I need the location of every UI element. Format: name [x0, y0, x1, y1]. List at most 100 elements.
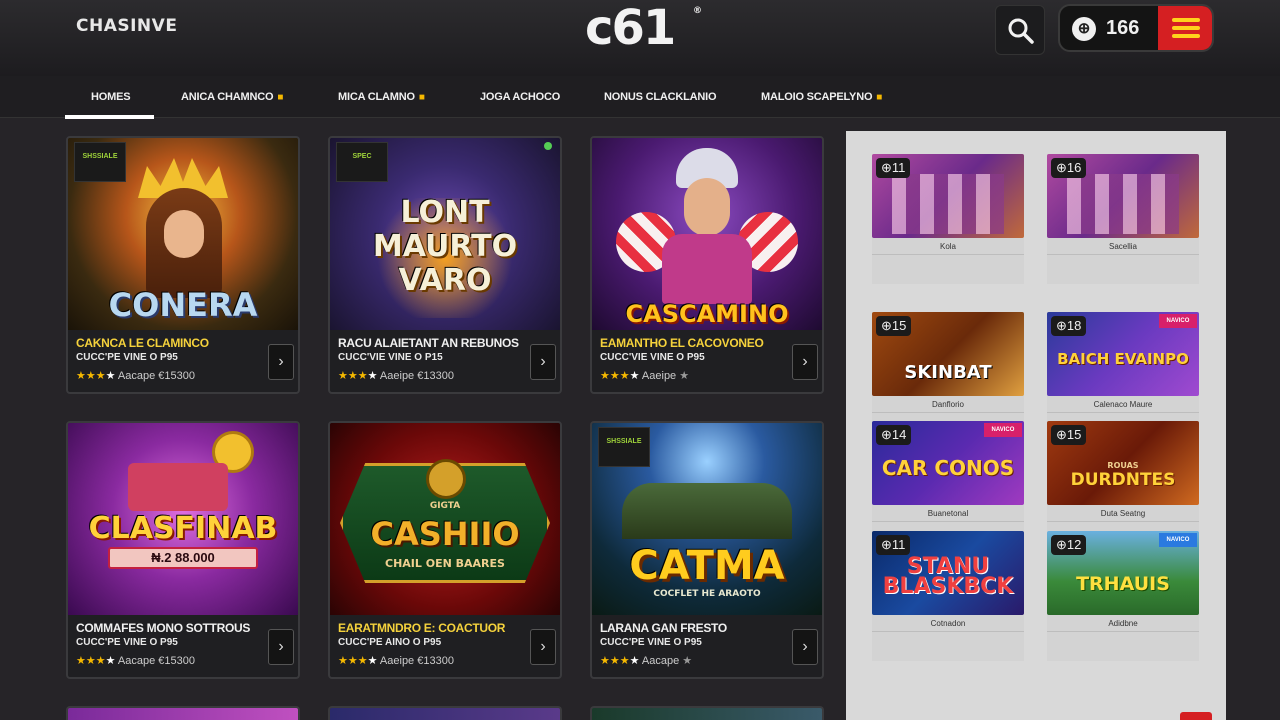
brand-name[interactable]: CHASINVE — [76, 16, 177, 36]
crest-icon — [426, 459, 466, 499]
nav-tab-label: MICA CLAMNO — [338, 91, 415, 103]
featured-game-art-title: STANU BLASKBCK — [882, 554, 1014, 599]
tile-caption: Buanetonal — [927, 509, 969, 518]
players-icon: ⊕ — [881, 427, 892, 442]
nav-tab-homes[interactable]: HOMES — [64, 76, 155, 119]
game-card[interactable]: CASCAMINO EAMANTHO EL CACOVONEO CUCC'VIE… — [590, 136, 824, 394]
creatures-group — [622, 483, 792, 539]
divider — [872, 254, 1024, 255]
nav-tab-mica-clamno[interactable]: MICA CLAMNO ■ — [338, 76, 425, 118]
chevron-right-icon[interactable]: › — [268, 344, 294, 380]
featured-game-tile[interactable]: TRHAUIS ⊕12 NAVICO Adidbne — [1047, 531, 1199, 661]
rating-star-empty: ★ — [105, 655, 116, 667]
game-card-partial[interactable] — [590, 706, 824, 720]
game-card[interactable]: CLASFINAB ₦.2 88.000 COMMAFES MONO SOTTR… — [66, 421, 300, 679]
category-nav: HOMES ANICA CHAMNCO ■ MICA CLAMNO ■ JOGA A… — [0, 76, 1280, 119]
player-count: ⊕12 — [1051, 535, 1087, 555]
game-meta: ★★★★ Aacape €15300 — [76, 369, 195, 382]
divider — [1047, 254, 1199, 255]
game-meta: ★★★★ Aacape €15300 — [76, 654, 195, 667]
menu-button[interactable] — [1158, 6, 1212, 50]
game-title: LARANA GAN FRESTO — [600, 621, 727, 635]
balance-widget[interactable]: ⊕ 166 — [1058, 4, 1214, 52]
hot-badge-icon: ■ — [277, 92, 284, 103]
game-art-jackpot: ₦.2 88.000 — [108, 547, 258, 569]
player-count: ⊕11 — [876, 158, 911, 178]
tile-caption: Duta Seatng — [1100, 509, 1146, 518]
scroll-to-top-button[interactable] — [1180, 712, 1212, 720]
game-art: CLASFINAB ₦.2 88.000 — [68, 423, 298, 615]
game-art-title: LONT MAURTO VARO — [372, 195, 518, 298]
players-icon: ⊕ — [881, 160, 892, 175]
game-card[interactable]: SHSSIALE CONERA CAKNCA LE CLAMINCO CUCC'… — [66, 136, 300, 394]
chevron-right-icon[interactable]: › — [792, 629, 818, 665]
chevron-right-icon[interactable]: › — [792, 344, 818, 380]
game-title: EAMANTHO EL CACOVONEO — [600, 336, 764, 350]
game-art: SHSSIALE CATMA COCFLET HE ARAOTO — [592, 423, 822, 615]
featured-game-tile[interactable]: STANU BLASKBCK ⊕11 Cotnadon — [872, 531, 1024, 661]
featured-game-tile[interactable]: ⊕11 Kola — [872, 154, 1024, 284]
game-card[interactable]: SHSSIALE CATMA COCFLET HE ARAOTO LARANA … — [590, 421, 824, 679]
chevron-right-icon[interactable]: › — [530, 344, 556, 380]
players-icon: ⊕ — [1056, 160, 1067, 175]
nav-tab-nonus-clacklanio[interactable]: NONUS CLACKLANIO — [604, 76, 716, 118]
game-jackpot: Aacape — [641, 655, 680, 667]
game-art-subtitle: CHAIL OEN BAARES — [385, 557, 505, 570]
game-art-title: CATMA — [629, 543, 785, 589]
rating-stars: ★★★ — [338, 370, 368, 382]
hamburger-menu-icon — [1172, 18, 1200, 22]
players-icon: ⊕ — [1056, 537, 1067, 552]
search-icon — [1008, 18, 1034, 44]
game-art: GIGTA CASHIIO CHAIL OEN BAARES — [330, 423, 560, 615]
featured-game-tile[interactable]: ⊕16 Sacellia — [1047, 154, 1199, 284]
site-logo[interactable]: c61 ® — [585, 0, 705, 60]
game-title: RACU ALAIETANT AN REBUNOS — [338, 336, 519, 350]
game-art-title: CLASFINAB — [88, 511, 278, 546]
player-count: ⊕14 — [876, 425, 912, 445]
featured-game-art-title: SKINBAT — [904, 362, 992, 383]
divider — [1047, 631, 1199, 632]
status-dot-icon — [544, 142, 552, 150]
players-icon: ⊕ — [1056, 318, 1067, 333]
game-title: COMMAFES MONO SOTTROUS — [76, 621, 251, 635]
top-bar: CHASINVE c61 ® ⊕ 166 — [0, 0, 1280, 76]
players-icon: ⊕ — [881, 318, 892, 333]
nav-tab-maloio-scapelyno[interactable]: MALOIO SCAPELYNO ■ — [761, 76, 882, 118]
rating-stars: ★★★ — [76, 370, 106, 382]
chevron-right-icon[interactable]: › — [530, 629, 556, 665]
game-subtitle: CUCC'PE VINE O P95 — [76, 352, 178, 363]
game-subtitle: CUCC'VIE VINE O P15 — [338, 352, 443, 363]
featured-game-art-title: CAR CONOS — [881, 456, 1015, 480]
player-count: ⊕15 — [876, 316, 912, 336]
game-jackpot: Aacape €15300 — [117, 655, 195, 667]
featured-game-art-title: DURDNTES — [1070, 470, 1176, 490]
players-icon: ⊕ — [1056, 427, 1067, 442]
rating-stars: ★★★ — [76, 655, 106, 667]
nav-tab-joga-achoco[interactable]: JOGA ACHOCO — [480, 76, 560, 118]
game-card[interactable]: SPEC LONT MAURTO VARO RACU ALAIETANT AN … — [328, 136, 562, 394]
rating-star-empty: ★ — [682, 655, 693, 667]
logo-text: c61 — [585, 0, 676, 56]
game-card-partial[interactable] — [66, 706, 300, 720]
nav-tab-label: HOMES — [91, 91, 131, 103]
search-button[interactable] — [995, 5, 1045, 55]
tile-caption: Kola — [939, 242, 956, 251]
chevron-right-icon[interactable]: › — [268, 629, 294, 665]
game-badge: SPEC — [336, 142, 388, 182]
slot-reels — [1067, 174, 1179, 234]
rating-star-empty: ★ — [679, 370, 690, 382]
registered-mark: ® — [693, 6, 702, 16]
game-meta: ★★★★ Aaeipe €13300 — [338, 369, 454, 382]
nav-tab-label: NONUS CLACKLANIO — [604, 91, 717, 103]
game-subtitle: CUCC'PE VINE O P95 — [76, 637, 178, 648]
nav-tab-label: MALOIO SCAPELYNO — [761, 91, 873, 103]
coin-icon: ⊕ — [1072, 17, 1096, 41]
game-art: SHSSIALE CONERA — [68, 138, 298, 330]
game-art-subtitle: COCFLET HE ARAOTO — [653, 589, 761, 599]
game-meta: ★★★★ Aaeipe €13300 — [338, 654, 454, 667]
player-count: ⊕16 — [1051, 158, 1087, 178]
game-card[interactable]: GIGTA CASHIIO CHAIL OEN BAARES EARATMNDR… — [328, 421, 562, 679]
nav-tab-anica-chamnco[interactable]: ANICA CHAMNCO ■ — [181, 76, 283, 118]
player-count: ⊕15 — [1051, 425, 1087, 445]
game-card-partial[interactable] — [328, 706, 562, 720]
